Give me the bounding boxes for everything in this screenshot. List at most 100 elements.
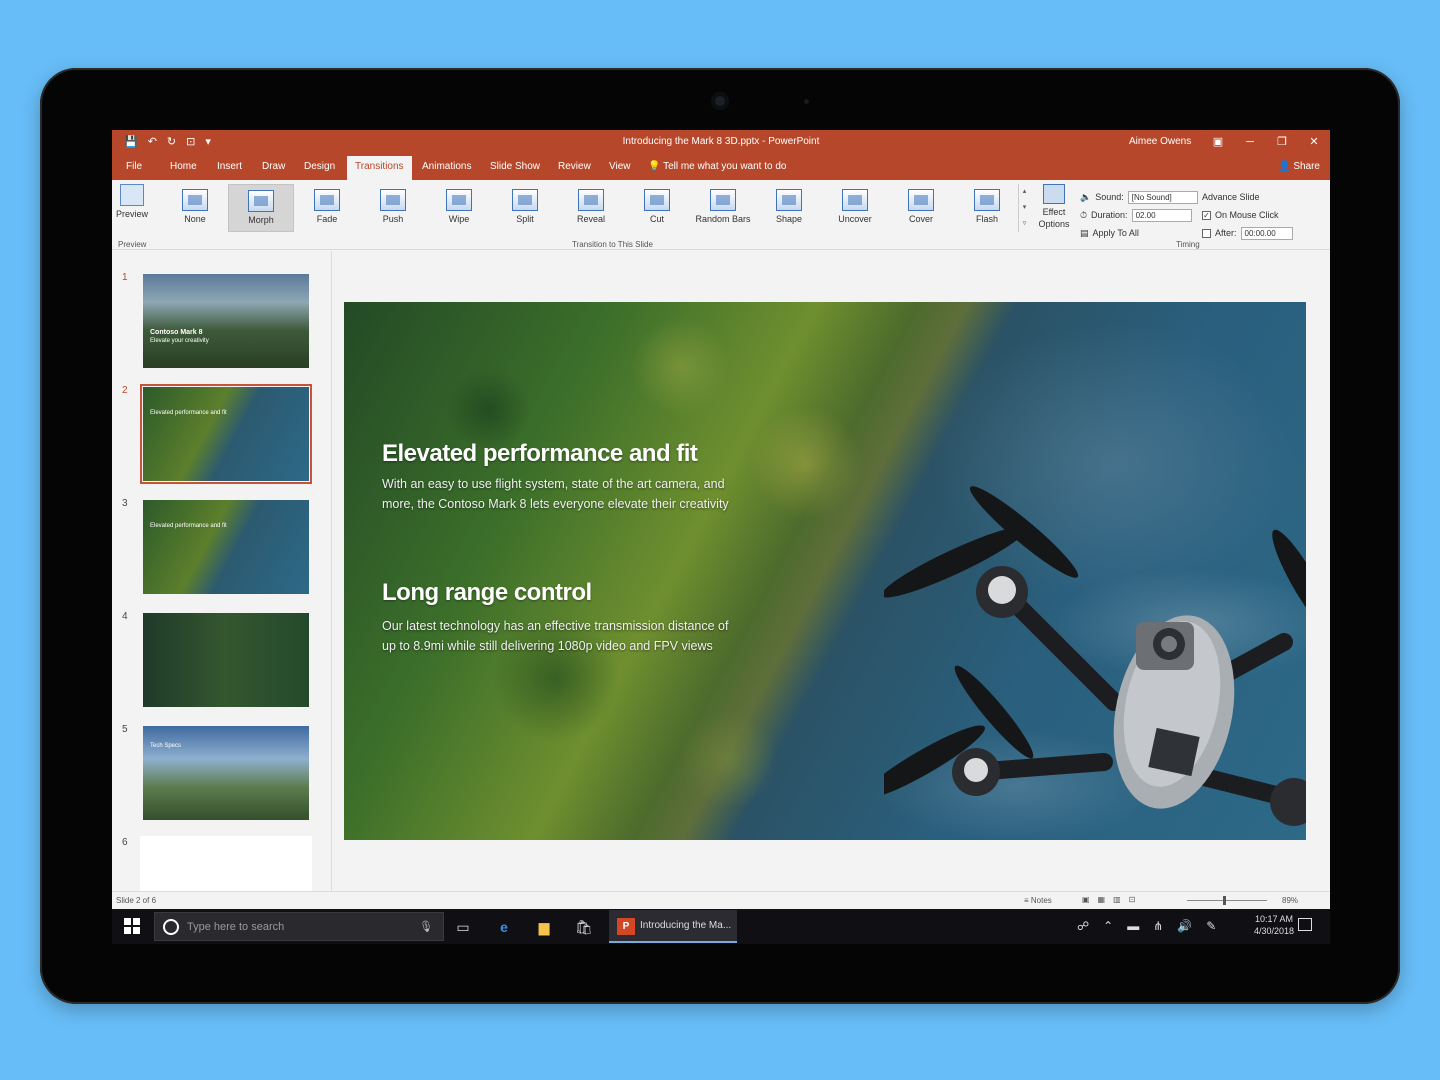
thumb-1-bg	[143, 274, 309, 368]
tab-insert[interactable]: Insert	[217, 161, 242, 172]
slide-body-1[interactable]: With an easy to use flight system, state…	[382, 474, 729, 514]
transition-fade-label: Fade	[316, 214, 338, 224]
maximize-button[interactable]: ❐	[1266, 130, 1298, 154]
transition-wipe[interactable]: Wipe	[426, 184, 492, 232]
zoom-slider-thumb[interactable]	[1223, 896, 1226, 905]
slide-thumbnail-3[interactable]: Elevated performance and fit	[140, 497, 312, 597]
transition-fade[interactable]: Fade	[294, 184, 360, 232]
tab-transitions[interactable]: Transitions	[347, 156, 412, 180]
cortana-icon	[163, 919, 179, 935]
zoom-slider[interactable]	[1187, 896, 1267, 905]
transition-uncover[interactable]: Uncover	[822, 184, 888, 232]
transition-morph[interactable]: Morph	[228, 184, 294, 232]
thumb-number-5: 5	[122, 724, 128, 735]
tab-review[interactable]: Review	[558, 161, 591, 172]
transition-cut[interactable]: Cut	[624, 184, 690, 232]
tab-file[interactable]: File	[126, 161, 142, 172]
transition-morph-icon	[248, 190, 274, 212]
duration-icon: ⏱	[1080, 209, 1088, 220]
transition-shape[interactable]: Shape	[756, 184, 822, 232]
taskbar-search-box[interactable]: Type here to search 🎙	[154, 912, 444, 941]
thumb-1-title: Contoso Mark 8	[150, 329, 203, 336]
powerpoint-taskbar-button[interactable]: P Introducing the Ma...	[609, 910, 737, 943]
store-icon[interactable]: 🛍	[574, 917, 594, 937]
transition-uncover-label: Uncover	[838, 214, 872, 224]
transition-push[interactable]: Push	[360, 184, 426, 232]
volume-icon[interactable]: 🔊	[1177, 919, 1192, 933]
show-hidden-icon[interactable]: ⌃	[1103, 919, 1113, 933]
clock-date: 4/30/2018	[1254, 926, 1295, 936]
people-icon[interactable]: ☍	[1077, 919, 1089, 933]
transition-morph-label: Morph	[248, 215, 274, 225]
slide-heading-2[interactable]: Long range control	[382, 579, 592, 607]
transition-flash[interactable]: Flash	[954, 184, 1020, 232]
file-explorer-icon[interactable]: ▆	[534, 917, 554, 937]
clock[interactable]: 10:17 AM 4/30/2018	[1254, 913, 1294, 937]
microphone-icon[interactable]: 🎙	[419, 920, 433, 933]
transition-cover[interactable]: Cover	[888, 184, 954, 232]
sound-dropdown[interactable]: [No Sound]	[1127, 190, 1198, 204]
duration-stepper[interactable]: 02.00	[1131, 208, 1192, 222]
slide-thumbnails-pane: 1 Contoso Mark 8 Elevate your creativity…	[112, 251, 332, 936]
thumb-3-bg	[143, 500, 309, 594]
tell-me-box[interactable]: 💡 Tell me what you want to do	[648, 161, 786, 172]
slide-heading-1[interactable]: Elevated performance and fit	[382, 440, 698, 468]
pen-icon[interactable]: ✎	[1206, 919, 1216, 933]
sound-icon: 🔈	[1080, 191, 1092, 202]
on-click-checkbox[interactable]: ✓	[1202, 210, 1211, 220]
edge-browser-icon[interactable]: e	[494, 917, 514, 937]
slide-thumbnail-4[interactable]	[140, 610, 312, 710]
slide-thumbnail-2[interactable]: Elevated performance and fit	[140, 384, 312, 484]
slide-canvas[interactable]: Elevated performance and fit With an eas…	[344, 302, 1306, 840]
minimize-button[interactable]: ─	[1234, 130, 1266, 154]
after-checkbox[interactable]	[1202, 228, 1211, 238]
after-stepper[interactable]: 00:00.00	[1240, 226, 1293, 240]
transition-wipe-icon	[446, 189, 472, 211]
effect-options-label: Effect Options	[1038, 207, 1070, 229]
gallery-scroll[interactable]: ▴ ▾ ▿	[1018, 184, 1030, 232]
battery-icon[interactable]: ▬	[1127, 919, 1139, 933]
network-icon[interactable]: ⋔	[1153, 919, 1163, 933]
tab-animations[interactable]: Animations	[422, 161, 471, 172]
transition-split-label: Split	[516, 214, 534, 224]
action-center-icon[interactable]	[1298, 918, 1312, 931]
zoom-level[interactable]: 89%	[1282, 896, 1298, 905]
tab-draw[interactable]: Draw	[262, 161, 285, 172]
transition-none[interactable]: None	[162, 184, 228, 232]
effect-options-button[interactable]: Effect Options	[1034, 184, 1074, 230]
slide-body-2[interactable]: Our latest technology has an effective t…	[382, 616, 728, 656]
thumb-2-title: Elevated performance and fit	[150, 410, 227, 416]
thumb-number-4: 4	[122, 611, 128, 622]
close-button[interactable]: ✕	[1298, 130, 1330, 154]
thumb-number-2: 2	[122, 385, 128, 396]
thumb-number-6: 6	[122, 837, 128, 848]
tab-slide-show[interactable]: Slide Show	[490, 161, 540, 172]
task-view-icon[interactable]: ▭	[453, 917, 473, 937]
share-button[interactable]: 👤 Share	[1278, 161, 1320, 172]
transition-uncover-icon	[842, 189, 868, 211]
slide-thumbnail-5[interactable]: Tech Specs	[140, 723, 312, 823]
thumb-number-3: 3	[122, 498, 128, 509]
notes-button[interactable]: ≡ Notes	[1024, 896, 1052, 905]
transition-reveal[interactable]: Reveal	[558, 184, 624, 232]
apply-all-icon: ▤	[1080, 227, 1089, 238]
timing-group-label: Timing	[1176, 240, 1200, 249]
tab-design[interactable]: Design	[304, 161, 335, 172]
transition-random-bars-icon	[710, 189, 736, 211]
thumb-5-title: Tech Specs	[150, 743, 182, 749]
ribbon-display-icon[interactable]: ▣	[1202, 130, 1234, 154]
slide-thumbnail-1[interactable]: Contoso Mark 8 Elevate your creativity	[140, 271, 312, 371]
apply-all-button[interactable]: Apply To All	[1093, 228, 1139, 238]
transition-random-bars[interactable]: Random Bars	[690, 184, 756, 232]
user-name[interactable]: Aimee Owens	[1129, 136, 1191, 147]
preview-button[interactable]: Preview	[116, 184, 148, 219]
tab-home[interactable]: Home	[170, 161, 197, 172]
sound-label: Sound:	[1095, 192, 1124, 202]
drone-3d-model[interactable]	[884, 472, 1306, 840]
tab-view[interactable]: View	[609, 161, 631, 172]
slide-body-2-line-2: up to 8.9mi while still delivering 1080p…	[382, 639, 713, 653]
view-buttons[interactable]: ▣▦▥⊡	[1082, 895, 1143, 904]
windows-start-icon[interactable]	[124, 918, 140, 934]
transition-split[interactable]: Split	[492, 184, 558, 232]
title-bar: 💾 ↶ ↻ ⊡ ▾ Introducing the Mark 8 3D.pptx…	[112, 130, 1330, 154]
